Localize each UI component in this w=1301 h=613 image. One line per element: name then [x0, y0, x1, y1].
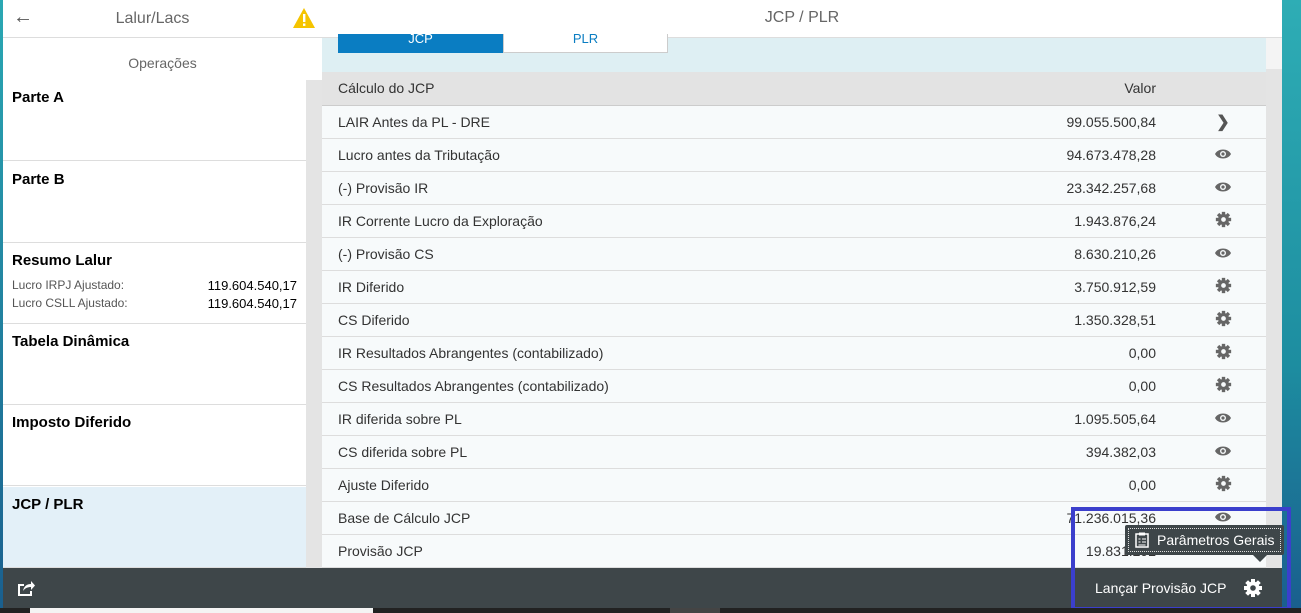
gear-icon[interactable]: [1180, 303, 1266, 337]
window-edge: [1282, 0, 1301, 608]
row-label: CS diferida sobre PL: [322, 435, 923, 469]
page-title: JCP / PLR: [322, 0, 1282, 38]
eye-icon[interactable]: [1180, 237, 1266, 271]
clipboard-icon: [1135, 532, 1149, 548]
row-value: 394.382,03: [922, 435, 1180, 469]
tile-parte-a[interactable]: Parte A: [3, 80, 306, 161]
row-label: IR Resultados Abrangentes (contabilizado…: [322, 336, 923, 370]
row-label: LAIR Antes da PL - DRE: [322, 105, 923, 139]
row-label: IR diferida sobre PL: [322, 402, 923, 436]
table-row[interactable]: (-) Provisão IR 23.342.257,68: [322, 171, 1266, 205]
eye-icon[interactable]: [1180, 402, 1266, 436]
row-value: 94.673.478,28: [922, 138, 1180, 172]
table-row[interactable]: CS Resultados Abrangentes (contabilizado…: [322, 369, 1266, 403]
back-arrow-icon[interactable]: ←: [13, 6, 33, 29]
table-row[interactable]: IR Corrente Lucro da Exploração 1.943.876…: [322, 204, 1266, 238]
master-panel: ← Lalur/Lacs Operações Parte A Parte B R…: [3, 0, 322, 568]
tile-title: Parte A: [12, 89, 64, 106]
row-label: IR Diferido: [322, 270, 923, 304]
tab-bar: JCP PLR: [322, 34, 1266, 72]
table-row[interactable]: LAIR Antes da PL - DRE 99.055.500,84 ❯: [322, 105, 1266, 139]
gear-icon[interactable]: [1180, 336, 1266, 370]
tile-tabela-dinamica[interactable]: Tabela Dinâmica: [3, 324, 306, 405]
table-row[interactable]: IR diferida sobre PL 1.095.505,64: [322, 402, 1266, 436]
row-value: 8.630.210,26: [922, 237, 1180, 271]
kv-label: Lucro IRPJ Ajustado:: [12, 278, 125, 292]
jcp-table: Cálculo do JCP Valor LAIR Antes da PL - D…: [322, 72, 1266, 568]
row-value: 0,00: [922, 468, 1180, 502]
footer-toolbar: Lançar Provisão JCP: [3, 568, 1282, 608]
chevron-right-icon[interactable]: ❯: [1180, 105, 1266, 139]
row-label: IR Corrente Lucro da Exploração: [322, 204, 923, 238]
kv-csll: Lucro CSLL Ajustado: 119.604.540,17: [12, 296, 297, 311]
row-value: 0,00: [922, 369, 1180, 403]
kv-value: 119.604.540,17: [207, 278, 297, 293]
warning-icon[interactable]: [292, 7, 316, 29]
kv-label: Lucro CSLL Ajustado:: [12, 296, 128, 310]
gear-icon[interactable]: [1180, 204, 1266, 238]
section-label: Operações: [128, 55, 197, 71]
row-value: 1.943.876,24: [922, 204, 1180, 238]
sidebar-scrollbar[interactable]: [306, 80, 322, 568]
tile-title: Imposto Diferido: [12, 414, 132, 431]
table-row[interactable]: Lucro antes da Tributação 94.673.478,28: [322, 138, 1266, 172]
kv-value: 119.604.540,17: [207, 296, 297, 311]
tile-parte-b[interactable]: Parte B: [3, 162, 306, 243]
tooltip: Parâmetros Gerais: [1125, 525, 1285, 562]
tile-title: JCP / PLR: [12, 496, 84, 513]
master-header: ← Lalur/Lacs: [3, 0, 322, 38]
tab-jcp[interactable]: JCP: [338, 34, 503, 53]
tab-plr[interactable]: PLR: [503, 34, 668, 53]
table-row[interactable]: CS Diferido 1.350.328,51: [322, 303, 1266, 337]
tooltip-text: Parâmetros Gerais: [1157, 532, 1275, 548]
row-label: (-) Provisão CS: [322, 237, 923, 271]
detail-panel: JCP / PLR JCP PLR Cálculo do JCP Valor LA…: [322, 0, 1282, 568]
row-value: 0,00: [922, 336, 1180, 370]
row-label: Ajuste Diferido: [322, 468, 923, 502]
row-label: CS Diferido: [322, 303, 923, 337]
eye-icon[interactable]: [1180, 138, 1266, 172]
row-value: 3.750.912,59: [922, 270, 1180, 304]
row-label: (-) Provisão IR: [322, 171, 923, 205]
launch-provision-button[interactable]: Lançar Provisão JCP: [1095, 580, 1227, 596]
main-scrollbar[interactable]: [1266, 38, 1282, 568]
tile-resumo-lalur[interactable]: Resumo Lalur Lucro IRPJ Ajustado: 119.604…: [3, 243, 306, 324]
tile-imposto-diferido[interactable]: Imposto Diferido: [3, 405, 306, 486]
tile-title: Resumo Lalur: [12, 252, 113, 269]
kv-irpj: Lucro IRPJ Ajustado: 119.604.540,17: [12, 278, 297, 293]
row-label: CS Resultados Abrangentes (contabilizado…: [322, 369, 923, 403]
row-value: 23.342.257,68: [922, 171, 1180, 205]
eye-icon[interactable]: [1180, 435, 1266, 469]
table-row[interactable]: (-) Provisão CS 8.630.210,26: [322, 237, 1266, 271]
table-row[interactable]: IR Resultados Abrangentes (contabilizado…: [322, 336, 1266, 370]
tile-title: Parte B: [12, 171, 65, 188]
gear-icon[interactable]: [1180, 369, 1266, 403]
row-value: 1.095.505,64: [922, 402, 1180, 436]
row-value: 1.350.328,51: [922, 303, 1180, 337]
gear-icon[interactable]: [1180, 468, 1266, 502]
row-label: Provisão JCP: [322, 534, 923, 568]
master-title: Lalur/Lacs: [115, 9, 190, 27]
row-value: 99.055.500,84: [922, 105, 1180, 139]
table-row[interactable]: Ajuste Diferido 0,00: [322, 468, 1266, 502]
table-row[interactable]: CS diferida sobre PL 394.382,03: [322, 435, 1266, 469]
column-header: Valor: [922, 72, 1180, 106]
settings-gear-icon[interactable]: [1243, 578, 1263, 598]
share-icon[interactable]: [17, 579, 35, 597]
tile-title: Tabela Dinâmica: [12, 333, 130, 350]
taskbar-strip: [0, 608, 1301, 613]
row-label: Base de Cálculo JCP: [322, 501, 923, 535]
tile-jcp-plr[interactable]: JCP / PLR: [3, 487, 306, 568]
table-row[interactable]: IR Diferido 3.750.912,59: [322, 270, 1266, 304]
eye-icon[interactable]: [1180, 171, 1266, 205]
gear-icon[interactable]: [1180, 270, 1266, 304]
column-header: Cálculo do JCP: [322, 72, 923, 106]
row-label: Lucro antes da Tributação: [322, 138, 923, 172]
